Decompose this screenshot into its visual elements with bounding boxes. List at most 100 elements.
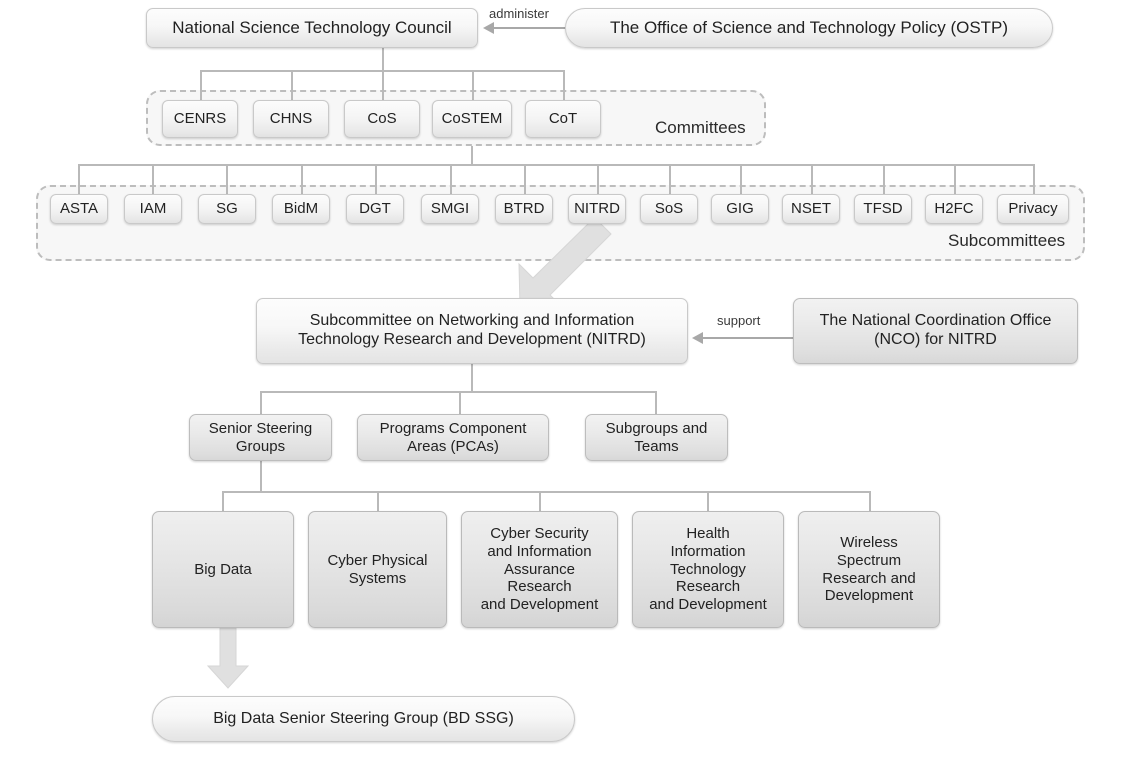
- connector-costem-stem: [471, 146, 473, 166]
- node-label: Privacy: [1008, 200, 1058, 218]
- committee-cos[interactable]: CoS: [344, 100, 420, 138]
- node-label: Big Data Senior Steering Group (BD SSG): [213, 709, 514, 727]
- node-label: CHNS: [269, 110, 313, 128]
- connector-drop-tfsd: [883, 164, 885, 194]
- nitrd-block-arrow: [518, 218, 612, 310]
- connector-drop-privacy: [1033, 164, 1035, 194]
- node-subgroups-and-teams[interactable]: Subgroups and Teams: [585, 414, 728, 461]
- node-label: Big Data: [194, 560, 252, 578]
- node-label: The National Coordination Office (NCO) f…: [819, 312, 1052, 348]
- subcommittee-iam[interactable]: IAM: [124, 194, 182, 224]
- node-ostp[interactable]: The Office of Science and Technology Pol…: [565, 8, 1053, 48]
- node-label: CoSTEM: [441, 110, 503, 128]
- subcommittee-h2fc[interactable]: H2FC: [925, 194, 983, 224]
- subcommittee-asta[interactable]: ASTA: [50, 194, 108, 224]
- node-cyber-physical-systems[interactable]: Cyber Physical Systems: [308, 511, 447, 628]
- node-label: IAM: [139, 200, 167, 218]
- node-nitrd-subcommittee[interactable]: Subcommittee on Networking and Informati…: [256, 298, 688, 364]
- connector-drop-bigdata: [222, 491, 224, 512]
- connector-drop-gig: [740, 164, 742, 194]
- subcommittee-privacy[interactable]: Privacy: [997, 194, 1069, 224]
- node-label: DGT: [359, 200, 391, 218]
- committee-cot[interactable]: CoT: [525, 100, 601, 138]
- subcommittee-nset[interactable]: NSET: [782, 194, 840, 224]
- node-cyber-security-information-assurance[interactable]: Cyber Security and Information Assurance…: [461, 511, 618, 628]
- connector-drop-dgt: [375, 164, 377, 194]
- node-nco[interactable]: The National Coordination Office (NCO) f…: [793, 298, 1078, 364]
- connector-drop-sos: [669, 164, 671, 194]
- connector-drop-nset: [811, 164, 813, 194]
- node-senior-steering-groups[interactable]: Senior Steering Groups: [189, 414, 332, 461]
- subcommittee-gig[interactable]: GIG: [711, 194, 769, 224]
- node-label: TFSD: [863, 200, 903, 218]
- node-national-science-technology-council[interactable]: National Science Technology Council: [146, 8, 478, 48]
- node-big-data[interactable]: Big Data: [152, 511, 294, 628]
- node-programs-component-areas[interactable]: Programs Component Areas (PCAs): [357, 414, 549, 461]
- node-label: SMGI: [430, 200, 470, 218]
- org-chart-canvas: National Science Technology Council The …: [0, 0, 1121, 761]
- node-label: SoS: [654, 200, 684, 218]
- subcommittee-nitrd[interactable]: NITRD: [568, 194, 626, 224]
- connector-ssg-bus: [222, 491, 869, 493]
- connector-drop-cos: [382, 70, 384, 100]
- node-label: ASTA: [59, 200, 99, 218]
- node-wireless-spectrum[interactable]: Wireless Spectrum Research and Developme…: [798, 511, 940, 628]
- node-label: CoT: [548, 110, 578, 128]
- connector-drop-iam: [152, 164, 154, 194]
- node-label: CENRS: [173, 110, 227, 128]
- connector-drop-csia: [539, 491, 541, 512]
- connector-drop-pcas: [459, 391, 461, 415]
- subcommittee-btrd[interactable]: BTRD: [495, 194, 553, 224]
- connector-drop-cps: [377, 491, 379, 512]
- node-label: SG: [216, 200, 238, 218]
- connector-drop-h2fc: [954, 164, 956, 194]
- committee-cenrs[interactable]: CENRS: [162, 100, 238, 138]
- node-label: NITRD: [574, 200, 620, 218]
- support-arrow-line: [703, 337, 793, 339]
- subcommittee-tfsd[interactable]: TFSD: [854, 194, 912, 224]
- node-label: Wireless Spectrum Research and Developme…: [822, 534, 916, 605]
- connector-drop-cot: [563, 70, 565, 100]
- node-label: GIG: [726, 200, 754, 218]
- subcommittee-smgi[interactable]: SMGI: [421, 194, 479, 224]
- connector-subcommittee-bus: [78, 164, 1033, 166]
- connector-drop-ssg: [260, 391, 262, 415]
- node-label: National Science Technology Council: [172, 17, 452, 37]
- connector-drop-subgroups: [655, 391, 657, 415]
- connector-drop-cenrs: [200, 70, 202, 100]
- connector-drop-sg: [226, 164, 228, 194]
- connector-nstc-stem: [382, 48, 384, 72]
- connector-drop-chns: [291, 70, 293, 100]
- node-label: H2FC: [934, 200, 974, 218]
- node-label: BTRD: [503, 200, 545, 218]
- connector-drop-costem: [472, 70, 474, 100]
- committees-group-label: Committees: [655, 118, 746, 137]
- connector-drop-asta: [78, 164, 80, 194]
- committee-chns[interactable]: CHNS: [253, 100, 329, 138]
- node-label: Cyber Physical Systems: [327, 551, 428, 587]
- node-bd-ssg[interactable]: Big Data Senior Steering Group (BD SSG): [152, 696, 575, 742]
- connector-ssg-stem: [260, 461, 262, 493]
- node-label: Subcommittee on Networking and Informati…: [298, 312, 646, 348]
- bigdata-block-arrow: [206, 628, 250, 689]
- committee-costem[interactable]: CoSTEM: [432, 100, 512, 138]
- connector-nitrd-stem: [471, 364, 473, 393]
- node-label: Health Information Technology Research a…: [649, 525, 767, 614]
- node-label: BidM: [283, 200, 319, 218]
- administer-label: administer: [489, 6, 549, 21]
- connector-drop-btrd: [524, 164, 526, 194]
- administer-arrow-head: [483, 22, 494, 34]
- subcommittee-sos[interactable]: SoS: [640, 194, 698, 224]
- node-label: Subgroups and Teams: [605, 419, 708, 455]
- node-label: NSET: [790, 200, 831, 218]
- support-arrow-head: [692, 332, 703, 344]
- connector-drop-wireless: [869, 491, 871, 512]
- subcommittee-sg[interactable]: SG: [198, 194, 256, 224]
- node-health-information-technology[interactable]: Health Information Technology Research a…: [632, 511, 784, 628]
- node-label: Cyber Security and Information Assurance…: [480, 525, 599, 614]
- subcommittee-bidm[interactable]: BidM: [272, 194, 330, 224]
- administer-arrow-line: [494, 27, 565, 29]
- support-label: support: [717, 313, 761, 328]
- connector-drop-hitrd: [707, 491, 709, 512]
- subcommittee-dgt[interactable]: DGT: [346, 194, 404, 224]
